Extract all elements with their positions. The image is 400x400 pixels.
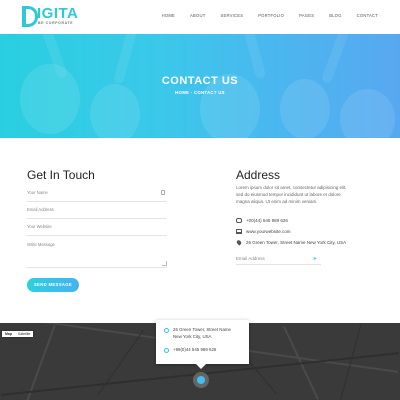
nav-pages[interactable]: PAGES: [299, 13, 314, 18]
email-field[interactable]: Email Address: [27, 207, 167, 219]
phone-text: +00(44) 545 989 626: [246, 218, 288, 223]
name-placeholder: Your Name: [27, 190, 48, 195]
map-info-popup: 26 Green Tower, Street Name New York City…: [156, 320, 249, 369]
message-placeholder: Write Message: [27, 242, 55, 247]
form-title: Get In Touch: [27, 168, 95, 182]
location-info: 26 Green Tower, Street Name New York Cit…: [235, 239, 347, 246]
popup-address: 26 Green Tower, Street Name New York City…: [173, 327, 231, 340]
breadcrumb-home[interactable]: HOME: [175, 90, 189, 95]
message-field[interactable]: Write Message: [27, 242, 167, 268]
map-marker-dot: [197, 376, 205, 384]
map-tab-satellite[interactable]: Satellite: [15, 331, 33, 337]
popup-address-line1: 26 Green Tower, Street Name: [173, 327, 232, 332]
autofill-icon: [161, 190, 165, 195]
popup-phone-row: +99(0)44 545 989 626: [164, 347, 216, 354]
email-placeholder: Email Address: [27, 207, 54, 212]
logo-text: IGITA: [37, 5, 79, 22]
name-field[interactable]: Your Name: [27, 190, 167, 202]
popup-tail: [196, 364, 206, 369]
map-type-control: Map Satellite: [2, 331, 34, 337]
website-info: www.yourwebsite.com: [236, 229, 291, 234]
nav-portfolio[interactable]: PORTFOLIO: [258, 13, 284, 18]
map-marker-icon[interactable]: [193, 372, 209, 388]
nav-services[interactable]: SERVICES: [220, 13, 243, 18]
phone-icon: [164, 348, 169, 353]
hero-banner: CONTACT US HOME - CONTACT US: [0, 34, 400, 138]
hero-photo-shape: [340, 89, 395, 138]
logo-d-mark: [22, 6, 38, 27]
nav-blog[interactable]: BLOG: [329, 13, 341, 18]
map-road: [97, 329, 144, 397]
hero-photo-shape: [243, 34, 267, 80]
website-field[interactable]: Your Website: [27, 224, 167, 236]
nav-contact[interactable]: CONTACT: [357, 13, 378, 18]
website-text[interactable]: www.yourwebsite.com: [246, 229, 291, 234]
popup-address-line2: New York City, USA: [173, 333, 212, 339]
address-title: Address: [236, 168, 281, 182]
address-description: Lorem ipsum dolor sit amet, consectetur …: [236, 185, 347, 204]
brand-logo[interactable]: IGITA BE CORPORATE: [22, 6, 92, 28]
nav-about[interactable]: ABOUT: [190, 13, 205, 18]
site-header: IGITA BE CORPORATE HOME ABOUT SERVICES P…: [0, 0, 400, 34]
location-pin-icon: [235, 239, 243, 246]
mail-icon: [236, 229, 242, 234]
location-text: 26 Green Tower, Street Name New York Cit…: [246, 240, 347, 245]
phone-info: +00(44) 545 989 626: [236, 218, 288, 223]
website-placeholder: Your Website: [27, 224, 52, 229]
breadcrumb: HOME - CONTACT US: [0, 90, 400, 95]
nav-home[interactable]: HOME: [162, 13, 175, 18]
page-title: CONTACT US: [161, 75, 239, 87]
popup-address-row: 26 Green Tower, Street Name New York City…: [164, 327, 231, 340]
newsletter-email-field[interactable]: Email Address ➤: [236, 255, 321, 265]
send-message-button[interactable]: SEND MESSAGE: [27, 278, 79, 292]
location-icon: [164, 328, 169, 333]
popup-phone: +99(0)44 545 989 626: [173, 347, 217, 352]
send-arrow-icon[interactable]: ➤: [313, 256, 317, 262]
main-nav: HOME ABOUT SERVICES PORTFOLIO PAGES BLOG…: [147, 13, 378, 18]
newsletter-placeholder: Email Address: [236, 256, 265, 261]
breadcrumb-current: CONTACT US: [193, 90, 225, 95]
logo-tagline: BE CORPORATE: [38, 21, 74, 25]
resize-handle-icon[interactable]: [162, 261, 167, 266]
map-tab-map[interactable]: Map: [2, 331, 15, 337]
hero-photo-shape: [280, 79, 330, 138]
phone-icon: [236, 218, 242, 223]
